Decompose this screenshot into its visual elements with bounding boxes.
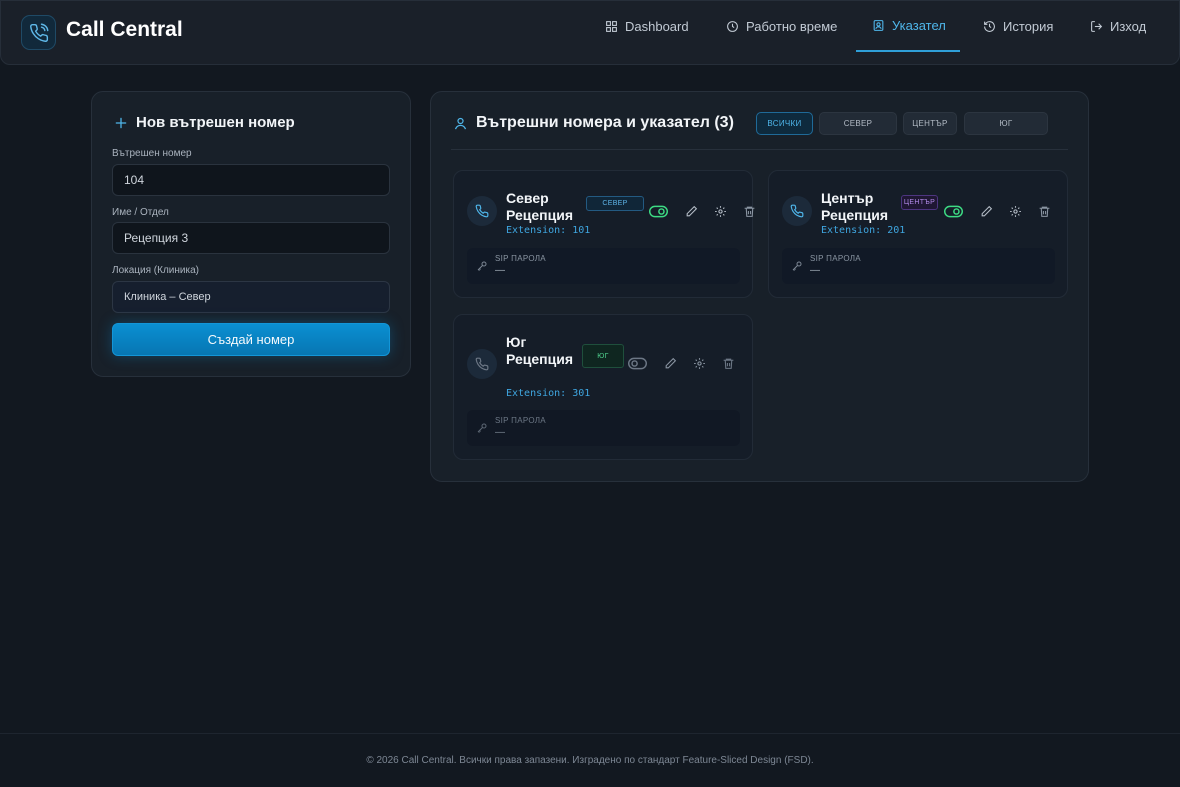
location-badge: ЮГ bbox=[582, 344, 624, 368]
gear-icon[interactable] bbox=[691, 355, 707, 371]
nav-label: Работно време bbox=[746, 19, 838, 34]
sip-password-label: SIP ПАРОЛА bbox=[810, 254, 861, 263]
directory-panel: Вътрешни номера и указател (3) ВСИЧКИ СЕ… bbox=[430, 91, 1089, 482]
phone-icon bbox=[467, 196, 497, 226]
user-icon bbox=[454, 117, 467, 129]
toggle-off-icon[interactable] bbox=[627, 355, 647, 371]
nav-label: Dashboard bbox=[625, 19, 689, 34]
key-icon bbox=[477, 261, 487, 271]
extension-label: Вътрешен номер bbox=[112, 148, 192, 159]
extension-number: Extension: 201 bbox=[821, 225, 906, 236]
plus-icon bbox=[115, 117, 127, 128]
sip-password-value: — bbox=[495, 265, 505, 276]
phone-icon bbox=[782, 196, 812, 226]
name-input[interactable]: Рецепция 3 bbox=[112, 222, 390, 254]
create-extension-button[interactable]: Създай номер bbox=[112, 323, 390, 356]
sip-password-value: — bbox=[810, 265, 820, 276]
filter-south[interactable]: ЮГ bbox=[964, 112, 1048, 135]
nav-dashboard[interactable]: Dashboard bbox=[605, 1, 689, 52]
gear-icon[interactable] bbox=[712, 203, 728, 219]
grid-icon bbox=[606, 21, 617, 32]
sip-password-value: — bbox=[495, 427, 505, 438]
edit-icon[interactable] bbox=[683, 203, 699, 219]
location-label: Локация (Клиника) bbox=[112, 265, 199, 276]
nav-working-hours[interactable]: Работно време bbox=[726, 1, 837, 52]
app-header: Call Central Dashboard Работно време Ука… bbox=[0, 0, 1180, 65]
filter-north[interactable]: СЕВЕР bbox=[819, 112, 897, 135]
location-badge: ЦЕНТЪР bbox=[901, 195, 938, 210]
filter-all[interactable]: ВСИЧКИ bbox=[756, 112, 813, 135]
extension-number: Extension: 101 bbox=[506, 225, 591, 236]
phone-icon bbox=[467, 349, 497, 379]
toggle-on-icon[interactable] bbox=[648, 203, 668, 219]
nav-directory[interactable]: Указател bbox=[856, 1, 960, 52]
phone-logo-icon bbox=[21, 15, 56, 50]
form-title-text: Нов вътрешен номер bbox=[136, 114, 295, 131]
trash-icon[interactable] bbox=[741, 203, 757, 219]
location-select[interactable]: Клиника – Север bbox=[112, 281, 390, 313]
extension-card: Юг Рецепция ЮГ Extension: 301 SIP ПАРОЛА… bbox=[453, 314, 753, 460]
extension-number: Extension: 301 bbox=[506, 388, 591, 399]
key-icon bbox=[477, 423, 487, 433]
extension-card: Център Рецепция ЦЕНТЪР Extension: 201 SI… bbox=[768, 170, 1068, 298]
trash-icon[interactable] bbox=[720, 355, 736, 371]
directory-title: Вътрешни номера и указател (3) bbox=[453, 114, 734, 132]
form-title: Нов вътрешен номер bbox=[114, 114, 295, 131]
new-extension-panel: Нов вътрешен номер Вътрешен номер 104 Им… bbox=[91, 91, 411, 377]
gear-icon[interactable] bbox=[1007, 203, 1023, 219]
extension-name: Център Рецепция bbox=[821, 190, 889, 223]
location-badge: СЕВЕР bbox=[586, 196, 644, 211]
toggle-on-icon[interactable] bbox=[943, 203, 963, 219]
sip-password-label: SIP ПАРОЛА bbox=[495, 416, 546, 425]
footer-text: © 2026 Call Central. Всички права запазе… bbox=[366, 755, 814, 766]
nav-history[interactable]: История bbox=[983, 1, 1053, 52]
trash-icon[interactable] bbox=[1036, 203, 1052, 219]
nav-label: Изход bbox=[1110, 19, 1147, 34]
edit-icon[interactable] bbox=[978, 203, 994, 219]
nav-label: История bbox=[1003, 19, 1054, 34]
history-icon bbox=[984, 21, 995, 32]
footer-divider bbox=[0, 733, 1180, 734]
extension-card: Север Рецепция СЕВЕР Extension: 101 SIP … bbox=[453, 170, 754, 298]
edit-icon[interactable] bbox=[662, 355, 678, 371]
nav-label: Указател bbox=[892, 18, 946, 33]
filter-center[interactable]: ЦЕНТЪР bbox=[903, 112, 957, 135]
logout-icon bbox=[1091, 21, 1103, 32]
extension-name: Юг Рецепция bbox=[506, 334, 574, 367]
sip-password-box: SIP ПАРОЛА — bbox=[467, 248, 740, 284]
contact-card-icon bbox=[873, 20, 884, 31]
extension-input[interactable]: 104 bbox=[112, 164, 390, 196]
app-title: Call Central bbox=[66, 18, 183, 41]
clock-icon bbox=[727, 21, 738, 32]
sip-password-box: SIP ПАРОЛА — bbox=[467, 410, 740, 446]
directory-title-text: Вътрешни номера и указател (3) bbox=[476, 114, 734, 131]
extension-name: Север Рецепция bbox=[506, 190, 574, 223]
nav-logout[interactable]: Изход bbox=[1090, 1, 1146, 52]
sip-password-box: SIP ПАРОЛА — bbox=[782, 248, 1055, 284]
key-icon bbox=[792, 261, 802, 271]
sip-password-label: SIP ПАРОЛА bbox=[495, 254, 546, 263]
divider bbox=[451, 149, 1068, 150]
name-label: Име / Отдел bbox=[112, 207, 169, 218]
